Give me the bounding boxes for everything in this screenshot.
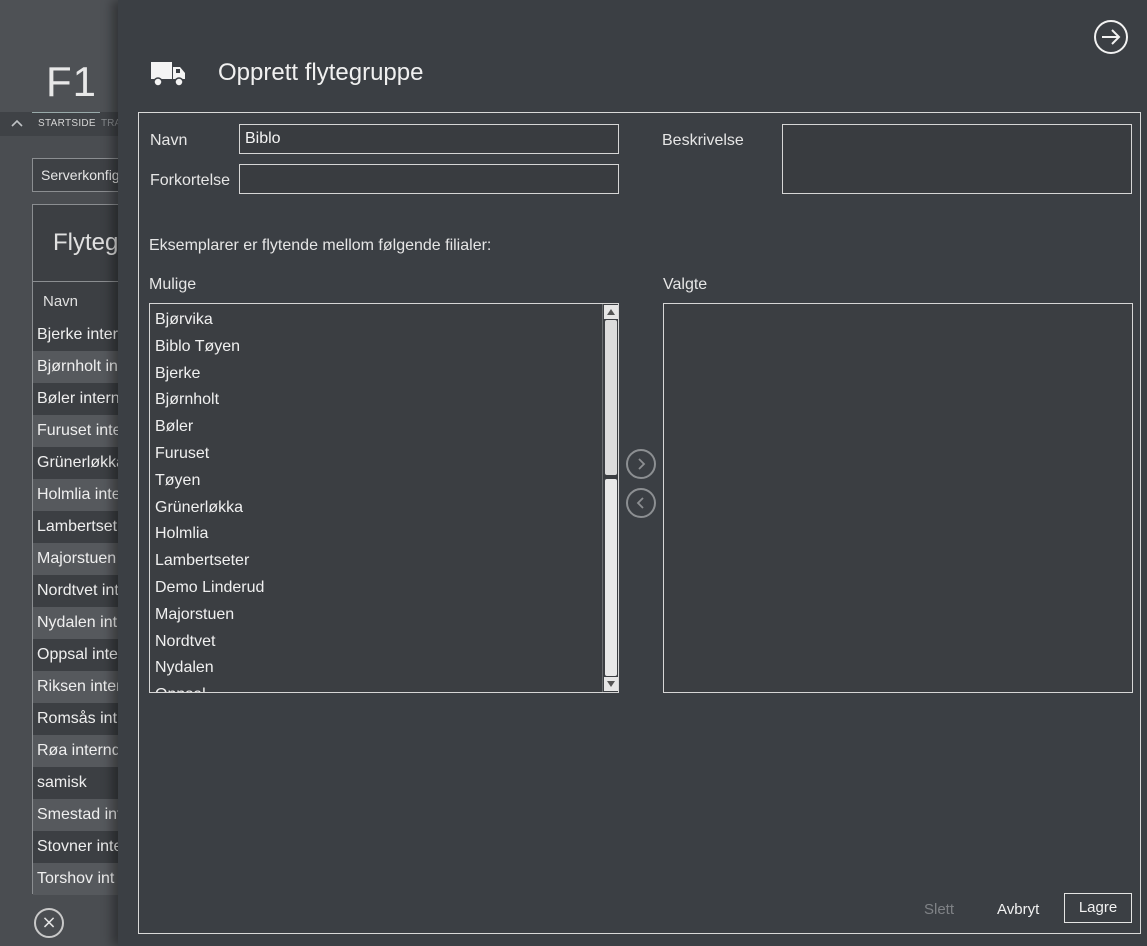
move-left-button[interactable]	[626, 488, 656, 518]
mulige-list-item[interactable]: Biblo Tøyen	[150, 334, 602, 361]
arrow-right-icon	[1102, 29, 1121, 45]
list-item[interactable]: Røa internd	[33, 735, 130, 767]
scroll-thumb[interactable]	[605, 320, 617, 475]
beskrivelse-input[interactable]	[782, 124, 1132, 194]
forkortelse-label: Forkortelse	[150, 172, 231, 189]
mulige-list-item[interactable]: Nordtvet	[150, 629, 602, 656]
mulige-list-item[interactable]: Bjørvika	[150, 307, 602, 334]
move-right-button[interactable]	[626, 449, 656, 479]
list-item[interactable]: Furuset inte	[33, 415, 130, 447]
valgte-label: Valgte	[663, 276, 708, 293]
create-group-dialog: Opprett flytegruppe Navn Forkortelse Bes…	[118, 0, 1147, 946]
list-item[interactable]: Majorstuen	[33, 543, 130, 575]
chevron-left-icon	[636, 497, 644, 509]
valgte-listbox[interactable]	[663, 303, 1133, 693]
chevron-right-icon	[638, 458, 646, 470]
list-item[interactable]: Grünerløkka	[33, 447, 130, 479]
mulige-list-item[interactable]: Oppsal	[150, 682, 602, 692]
dialog-title: Opprett flytegruppe	[218, 59, 424, 86]
list-item[interactable]: Bøler intern	[33, 383, 130, 415]
mulige-label: Mulige	[149, 276, 197, 293]
column-header-navn[interactable]: Navn	[43, 293, 78, 310]
list-item[interactable]: Torshov int	[33, 863, 130, 895]
mulige-list-item[interactable]: Bjerke	[150, 361, 602, 388]
scroll-up-arrow-icon[interactable]	[604, 305, 618, 319]
scroll-track[interactable]	[605, 479, 617, 676]
list-item[interactable]: Romsås int	[33, 703, 130, 735]
list-divider	[33, 281, 130, 282]
navn-label: Navn	[150, 132, 188, 149]
list-item[interactable]: Nordtvet int	[33, 575, 130, 607]
navn-input[interactable]	[239, 124, 619, 154]
mulige-list-item[interactable]: Bøler	[150, 414, 602, 441]
mulige-list-item[interactable]: Tøyen	[150, 468, 602, 495]
mulige-list-item[interactable]: Grünerløkka	[150, 495, 602, 522]
list-item[interactable]: Nydalen int	[33, 607, 130, 639]
mulige-list-item[interactable]: Demo Linderud	[150, 575, 602, 602]
truck-icon	[151, 62, 185, 87]
list-item[interactable]: Bjerke inter	[33, 319, 130, 351]
mulige-list-item[interactable]: Lambertseter	[150, 548, 602, 575]
list-item[interactable]: Smestad int	[33, 799, 130, 831]
list-item[interactable]: Holmlia inte	[33, 479, 130, 511]
cancel-button[interactable]: Avbryt	[997, 901, 1039, 918]
list-rows: Bjerke inter Bjørnholt in Bøler intern Furu…	[33, 319, 130, 895]
mulige-listbox[interactable]: Bjørvika Biblo Tøyen Bjerke Bjørnholt Bøler F…	[149, 303, 619, 693]
mulige-list-item[interactable]: Furuset	[150, 441, 602, 468]
exit-button[interactable]	[1094, 20, 1128, 54]
delete-button[interactable]: Slett	[924, 901, 954, 918]
mulige-scrollbar[interactable]	[602, 304, 618, 692]
save-button[interactable]: Lagre	[1064, 893, 1132, 923]
app-logo: F1	[46, 58, 98, 105]
list-item[interactable]: Riksen inter	[33, 671, 130, 703]
close-icon[interactable]: ×	[34, 908, 64, 938]
mulige-list-item[interactable]: Majorstuen	[150, 602, 602, 629]
mulige-items: Bjørvika Biblo Tøyen Bjerke Bjørnholt Bøler F…	[150, 307, 602, 692]
instructions-text: Eksemplarer er flytende mellom følgende …	[149, 237, 492, 254]
mulige-list-item[interactable]: Bjørnholt	[150, 387, 602, 414]
beskrivelse-label: Beskrivelse	[662, 132, 744, 149]
list-item[interactable]: Stovner inte	[33, 831, 130, 863]
mulige-list-item[interactable]: Holmlia	[150, 521, 602, 548]
list-item[interactable]: samisk	[33, 767, 130, 799]
list-item[interactable]: Bjørnholt in	[33, 351, 130, 383]
mulige-list-item[interactable]: Nydalen	[150, 655, 602, 682]
list-item[interactable]: Oppsal inte	[33, 639, 130, 671]
scroll-down-arrow-icon[interactable]	[604, 677, 618, 691]
chevron-up-icon[interactable]	[10, 116, 24, 130]
form-frame: Navn Forkortelse Beskrivelse Eksemplarer…	[138, 112, 1141, 934]
background-app: F1 STARTSIDE TRA Serverkonfig Flyteg Nav…	[0, 0, 130, 946]
forkortelse-input[interactable]	[239, 164, 619, 194]
list-item[interactable]: Lambertset	[33, 511, 130, 543]
server-config-select[interactable]: Serverkonfig	[32, 158, 130, 192]
flytegruppe-list: Flyteg Navn Bjerke inter Bjørnholt in Bøle…	[32, 204, 130, 895]
list-title: Flyteg	[53, 229, 119, 256]
tab-startside[interactable]: STARTSIDE	[32, 112, 100, 129]
